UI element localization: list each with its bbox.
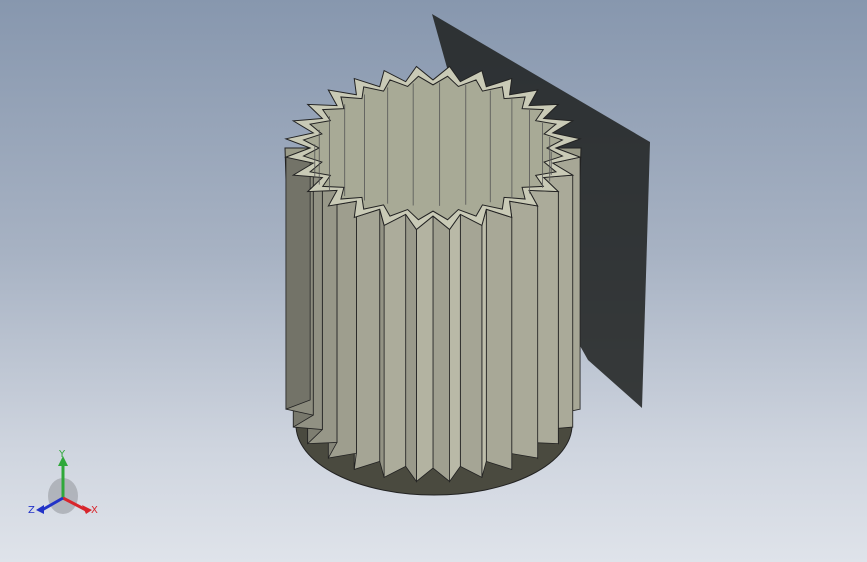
z-axis-arrowhead [36,505,44,514]
fin-face [383,213,407,479]
fin-face [432,215,450,483]
fin-face [509,200,539,459]
fin-face [379,209,385,478]
heatsink-model-view[interactable] [0,0,867,562]
fin-face [459,213,483,479]
fin-face [449,213,461,483]
z-axis-label: Z [28,505,35,516]
fin-face [481,209,487,478]
fin-face [405,213,417,483]
3d-viewport[interactable]: Y X Z [0,0,867,562]
x-axis-label: X [91,505,98,516]
orientation-triad[interactable]: Y X Z [28,450,103,525]
crown-inner [302,75,564,221]
fin-face [353,208,381,470]
y-axis-label: Y [59,449,66,460]
fin-face [285,147,311,410]
heatsink-top-crown [284,65,582,231]
fin-face [485,208,513,470]
fin-face [416,215,434,483]
